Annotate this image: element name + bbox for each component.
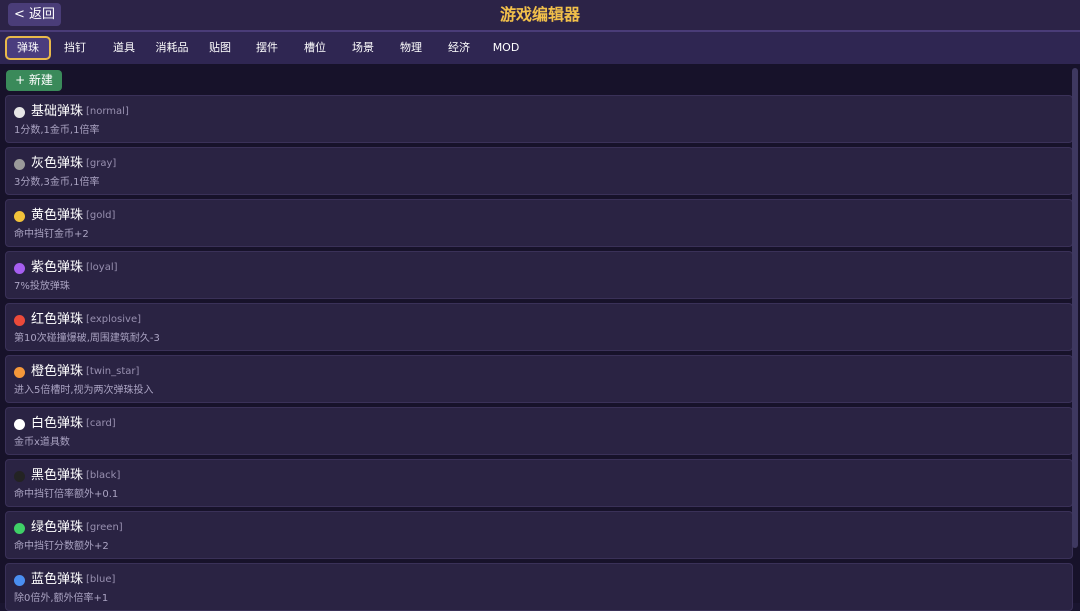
tab-slot[interactable]: 槽位 (301, 37, 329, 59)
marble-color-icon (14, 575, 25, 586)
item-description: 命中挡钉分数额外+2 (14, 541, 109, 552)
tab-economy[interactable]: 经济 (445, 37, 473, 59)
item-id: [explosive] (86, 314, 141, 325)
marble-color-icon (14, 367, 25, 378)
marble-color-icon (14, 211, 25, 222)
list-item[interactable]: 绿色弹珠 [green] 命中挡钉分数额外+2 (5, 511, 1073, 559)
item-description: 除0倍外,额外倍率+1 (14, 593, 109, 604)
list-item[interactable]: 蓝色弹珠 [blue] 除0倍外,额外倍率+1 (5, 563, 1073, 611)
item-name: 黑色弹珠 (31, 468, 84, 483)
marble-color-icon (14, 523, 25, 534)
item-name: 红色弹珠 (31, 312, 84, 327)
tab-marble[interactable]: 弹珠 (5, 36, 51, 60)
list-item[interactable]: 白色弹珠 [card] 金币x道具数 (5, 407, 1073, 455)
item-description: 3分数,3金币,1倍率 (14, 177, 100, 188)
list-item[interactable]: 基础弹珠 [normal] 1分数,1金币,1倍率 (5, 95, 1073, 143)
top-bar: < 返回 游戏编辑器 (0, 0, 1080, 32)
item-description: 第10次碰撞爆破,周围建筑耐久-3 (14, 333, 160, 344)
item-description: 进入5倍槽时,视为两次弹珠投入 (14, 385, 154, 396)
tab-physics[interactable]: 物理 (397, 37, 425, 59)
item-id: [normal] (86, 106, 129, 117)
marble-color-icon (14, 471, 25, 482)
new-button[interactable]: + 新建 (6, 70, 62, 91)
item-id: [blue] (86, 574, 116, 585)
item-description: 命中挡钉金币+2 (14, 229, 89, 240)
marble-color-icon (14, 315, 25, 326)
item-description: 7%投放弹珠 (14, 281, 70, 292)
item-description: 1分数,1金币,1倍率 (14, 125, 100, 136)
item-id: [twin_star] (86, 366, 140, 377)
marble-color-icon (14, 107, 25, 118)
item-name: 蓝色弹珠 (31, 572, 84, 587)
main-content: + 新建 基础弹珠 [normal] 1分数,1金币,1倍率 灰色弹珠 [gra… (0, 64, 1080, 611)
list-item[interactable]: 橙色弹珠 [twin_star] 进入5倍槽时,视为两次弹珠投入 (5, 355, 1073, 403)
page-title: 游戏编辑器 (499, 5, 580, 24)
marble-color-icon (14, 159, 25, 170)
item-id: [gold] (86, 210, 116, 221)
tab-ornament[interactable]: 摆件 (253, 37, 281, 59)
item-id: [gray] (86, 158, 117, 169)
item-id: [green] (86, 522, 123, 533)
list-item[interactable]: 红色弹珠 [explosive] 第10次碰撞爆破,周围建筑耐久-3 (5, 303, 1073, 351)
tab-bar: 弹珠 挡钉 道具 消耗品 贴图 摆件 槽位 场景 物理 经济 MOD (0, 32, 1080, 64)
item-name: 橙色弹珠 (31, 364, 84, 379)
item-name: 绿色弹珠 (31, 520, 84, 535)
tab-consumable[interactable]: 消耗品 (153, 37, 191, 59)
item-name: 基础弹珠 (31, 104, 84, 119)
item-id: [loyal] (86, 262, 118, 273)
tab-scene[interactable]: 场景 (349, 37, 377, 59)
item-id: [black] (86, 470, 121, 481)
marble-color-icon (14, 263, 25, 274)
item-name: 灰色弹珠 (31, 156, 84, 171)
list-item[interactable]: 紫色弹珠 [loyal] 7%投放弹珠 (5, 251, 1073, 299)
scrollbar[interactable] (1072, 68, 1078, 548)
item-description: 命中挡钉倍率额外+0.1 (14, 489, 119, 500)
list-item[interactable]: 黄色弹珠 [gold] 命中挡钉金币+2 (5, 199, 1073, 247)
tab-mod[interactable]: MOD (490, 37, 522, 59)
item-id: [card] (86, 418, 116, 429)
tab-peg[interactable]: 挡钉 (61, 37, 89, 59)
tab-item[interactable]: 道具 (110, 37, 138, 59)
item-name: 黄色弹珠 (31, 208, 84, 223)
list-item[interactable]: 灰色弹珠 [gray] 3分数,3金币,1倍率 (5, 147, 1073, 195)
marble-color-icon (14, 419, 25, 430)
item-name: 紫色弹珠 (31, 260, 84, 275)
list-item[interactable]: 黑色弹珠 [black] 命中挡钉倍率额外+0.1 (5, 459, 1073, 507)
tab-sticker[interactable]: 贴图 (206, 37, 234, 59)
item-name: 白色弹珠 (31, 416, 84, 431)
item-description: 金币x道具数 (14, 437, 70, 448)
